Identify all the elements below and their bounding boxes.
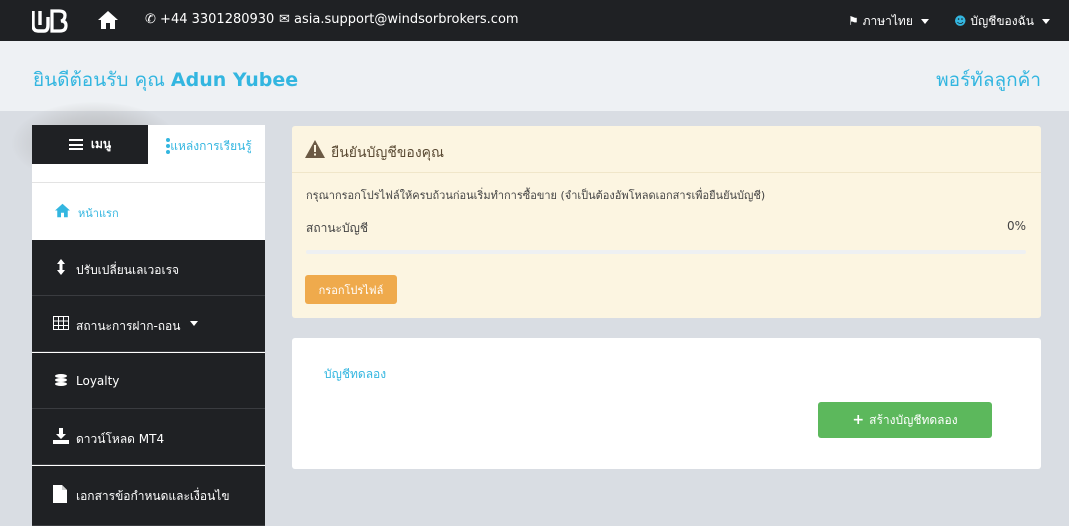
sidebar-item-loyalty[interactable]: Loyalty <box>32 353 265 409</box>
envelope-icon: ✉ <box>279 12 290 27</box>
email-link[interactable]: ✉ asia.support@windsorbrokers.com <box>279 12 519 27</box>
top-navbar: ✆ +44 3301280930 ✉ asia.support@windsorb… <box>0 0 1069 41</box>
learning-resources-label: แหล่งการเรียนรู้ <box>170 139 252 153</box>
verify-account-panel: ยืนยันบัญชีของคุณ กรุณากรอกโปรไฟล์ให้ครบ… <box>292 126 1041 318</box>
plus-icon: + <box>852 412 865 428</box>
phone-icon: ✆ <box>145 12 156 27</box>
chevron-down-icon <box>1041 19 1050 24</box>
sidebar: เมนู แหล่งการเรียนรู้ หน้าแรก ปรับเปลี่ย… <box>32 125 265 526</box>
sidebar-item-label: หน้าแรก <box>78 207 119 220</box>
sidebar-item-home[interactable]: หน้าแรก <box>32 183 265 240</box>
fill-profile-button[interactable]: กรอกโปรไฟล์ <box>305 275 397 304</box>
vertical-dots-icon <box>166 138 170 156</box>
menu-label: เมนู <box>90 137 112 151</box>
panel-title: บัญชีทดลอง <box>324 367 387 381</box>
home-icon <box>54 203 71 218</box>
user-name: Adun Yubee <box>170 69 299 91</box>
language-label: ภาษาไทย <box>862 14 913 28</box>
welcome-message: ยินดีต้อนรับ คุณ Adun Yubee <box>33 65 298 95</box>
sidebar-item-label: เอกสารข้อกำหนดและเงื่อนไข <box>76 489 230 503</box>
account-label: บัญชีของฉัน <box>970 14 1034 28</box>
create-demo-label: สร้างบัญชีทดลอง <box>869 412 958 427</box>
phone-number: +44 3301280930 <box>160 12 275 27</box>
coins-icon <box>53 372 69 388</box>
sidebar-item-terms[interactable]: เอกสารข้อกำหนดและเงื่อนไข <box>32 466 265 526</box>
flag-icon: ⚑ <box>848 14 859 28</box>
sidebar-item-deposit-withdraw[interactable]: สถานะการฝาก-ถอน <box>32 296 265 352</box>
sidebar-item-label: ดาวน์โหลด MT4 <box>76 432 165 446</box>
panel-title: ยืนยันบัญชีของคุณ <box>331 145 445 161</box>
user-icon: ☻ <box>954 14 967 28</box>
account-status-percent: 0% <box>1006 219 1026 233</box>
portal-title: พอร์ทัลลูกค้า <box>936 69 1041 91</box>
demo-account-panel: บัญชีทดลอง + สร้างบัญชีทดลอง <box>292 338 1041 469</box>
welcome-header: ยินดีต้อนรับ คุณ Adun Yubee พอร์ทัลลูกค้… <box>0 41 1069 111</box>
sidebar-item-download-mt4[interactable]: ดาวน์โหลด MT4 <box>32 409 265 465</box>
arrows-vertical-icon <box>53 259 69 275</box>
account-dropdown[interactable]: ☻ บัญชีของฉัน <box>954 12 1050 31</box>
account-progress-bar <box>306 250 1026 254</box>
language-dropdown[interactable]: ⚑ ภาษาไทย <box>848 12 929 31</box>
wb-logo[interactable] <box>32 9 68 33</box>
sidebar-item-label: ปรับเปลี่ยนเลเวอเรจ <box>76 263 180 277</box>
account-status-label: สถานะบัญชี <box>306 221 368 235</box>
home-icon[interactable] <box>97 10 119 30</box>
divider <box>292 172 1041 173</box>
learning-resources-link[interactable]: แหล่งการเรียนรู้ <box>165 136 257 156</box>
table-icon <box>53 315 69 331</box>
warning-icon <box>305 140 325 158</box>
create-demo-account-button[interactable]: + สร้างบัญชีทดลอง <box>818 402 992 438</box>
download-icon <box>53 428 69 444</box>
document-icon <box>53 485 69 503</box>
sidebar-item-label: Loyalty <box>76 374 120 388</box>
chevron-down-icon <box>190 321 198 326</box>
phone-link[interactable]: ✆ +44 3301280930 <box>145 12 274 27</box>
welcome-prefix: ยินดีต้อนรับ คุณ <box>33 69 165 91</box>
hamburger-icon <box>68 139 83 150</box>
sidebar-item-label: สถานะการฝาก-ถอน <box>76 319 181 333</box>
verify-description: กรุณากรอกโปรไฟล์ให้ครบถ้วนก่อนเริ่มทำการ… <box>306 189 766 202</box>
sidebar-item-leverage[interactable]: ปรับเปลี่ยนเลเวอเรจ <box>32 240 265 296</box>
menu-button[interactable]: เมนู <box>32 125 148 164</box>
email-address: asia.support@windsorbrokers.com <box>294 12 519 27</box>
chevron-down-icon <box>920 19 929 24</box>
